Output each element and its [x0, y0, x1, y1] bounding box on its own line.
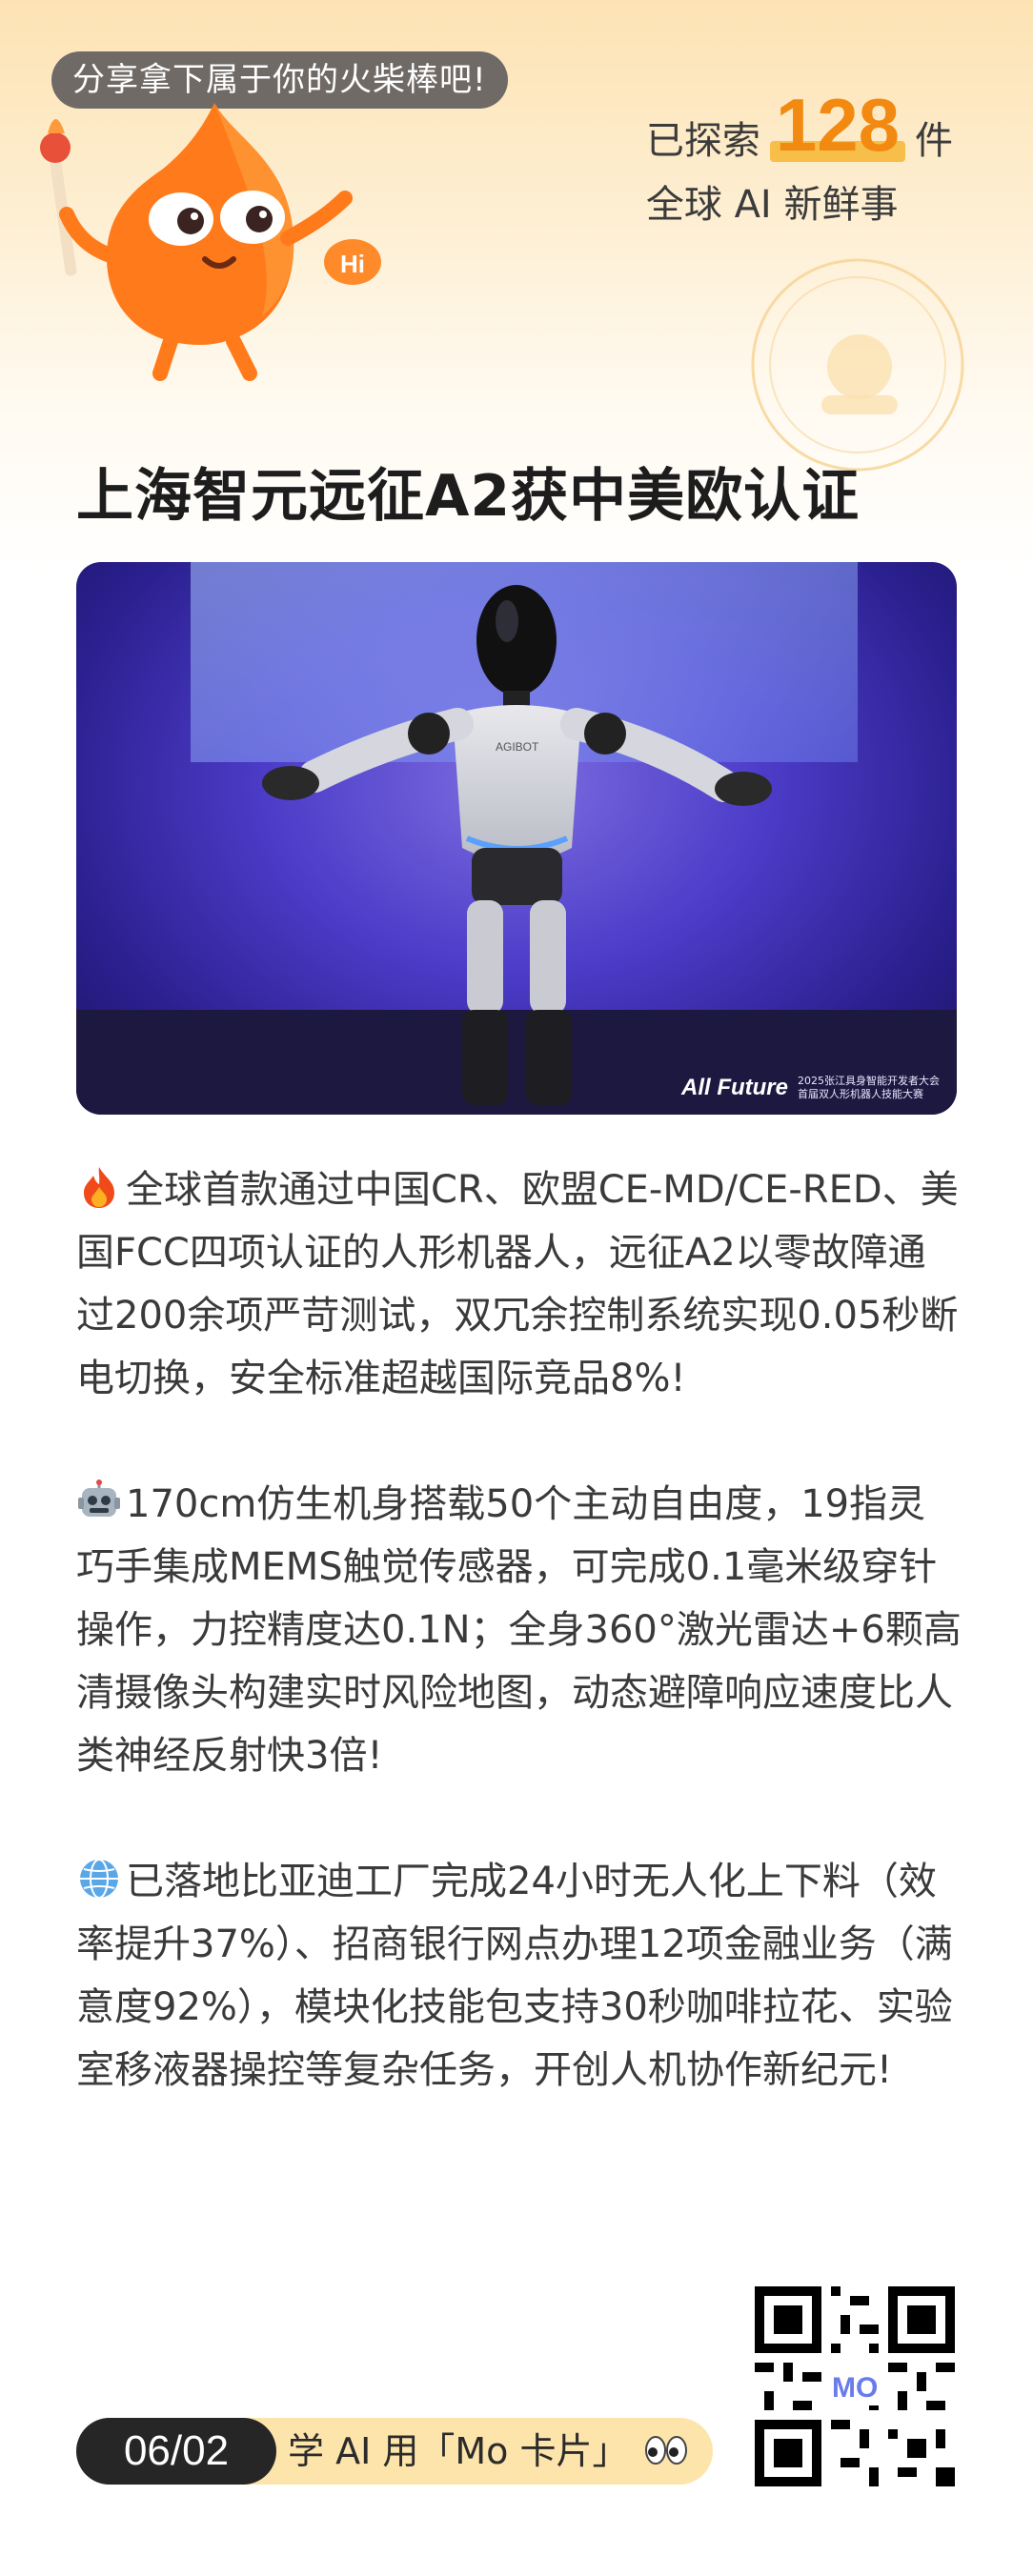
footer-tagline: 学 AI 用「Mo 卡片」	[288, 2430, 629, 2472]
qr-center-label: MO	[832, 2372, 878, 2404]
hero-robot-photo: AGIBOT All Future 2025张江具身智能开发者大会 首届双人形机…	[76, 562, 957, 1115]
paragraph-text: 全球首款通过中国CR、欧盟CE-MD/CE-RED、美国FCC四项认证的人形机器…	[76, 1168, 959, 1400]
paragraph-applications: 已落地比亚迪工厂完成24小时无人化上下料（效率提升37%）、招商银行网点办理12…	[76, 1850, 962, 2102]
event-brand-logo: All Future	[681, 1075, 788, 1100]
eyes-icon	[645, 2436, 687, 2465]
date-badge: 06/02	[76, 2418, 276, 2485]
stats-prefix: 已探索	[645, 119, 760, 163]
stats-count: 128	[775, 83, 900, 167]
event-caption-line1: 2025张江具身智能开发者大会	[798, 1075, 940, 1087]
stats-unit: 件	[915, 119, 953, 163]
ai-portal-seal-watermark	[751, 258, 964, 472]
flame-mascot: Hi	[40, 103, 381, 381]
robot-icon	[78, 1479, 120, 1517]
article-body: 全球首款通过中国CR、欧盟CE-MD/CE-RED、美国FCC四项认证的人形机器…	[76, 1158, 962, 2164]
robot-chest-label: AGIBOT	[496, 740, 539, 754]
paragraph-certification: 全球首款通过中国CR、欧盟CE-MD/CE-RED、美国FCC四项认证的人形机器…	[76, 1158, 962, 1410]
stats-count-highlight: 128	[766, 84, 909, 166]
qr-code[interactable]: MO	[755, 2286, 955, 2486]
hi-bubble-text: Hi	[340, 250, 365, 278]
globe-icon	[80, 1859, 118, 1899]
explore-stats: 已探索 128 件 全球 AI 新鲜事	[646, 84, 953, 229]
paragraph-specs: 170cm仿生机身搭载50个主动自由度，19指灵巧手集成MEMS触觉传感器，可完…	[76, 1473, 962, 1787]
paragraph-text: 已落地比亚迪工厂完成24小时无人化上下料（效率提升37%）、招商银行网点办理12…	[76, 1860, 953, 2092]
fire-icon	[84, 1167, 114, 1208]
event-caption: All Future 2025张江具身智能开发者大会 首届双人形机器人技能大赛	[681, 1075, 940, 1101]
stats-subtitle: 全球 AI 新鲜事	[645, 183, 899, 227]
paragraph-text: 170cm仿生机身搭载50个主动自由度，19指灵巧手集成MEMS触觉传感器，可完…	[76, 1482, 962, 1778]
article-title: 上海智元远征A2获中美欧认证	[76, 463, 861, 530]
event-caption-line2: 首届双人形机器人技能大赛	[798, 1088, 923, 1100]
